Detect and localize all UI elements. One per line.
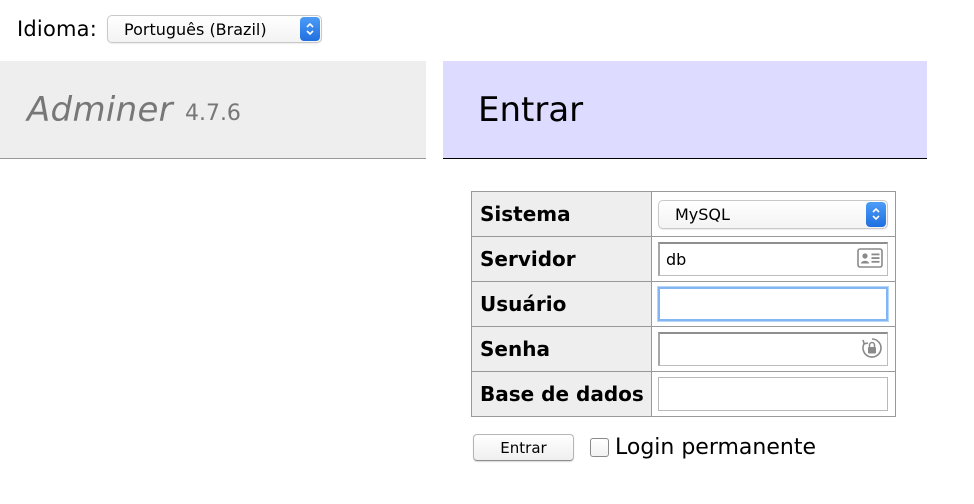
server-input[interactable]: db	[658, 242, 888, 276]
username-cell	[651, 281, 896, 327]
system-select[interactable]: MySQL	[658, 199, 888, 229]
system-select-value: MySQL	[675, 204, 730, 224]
brand-name[interactable]: Adminer	[27, 90, 173, 130]
page-title: Entrar	[478, 89, 584, 130]
system-cell: MySQL	[651, 191, 896, 237]
chevron-up-down-icon	[866, 201, 886, 227]
language-select-value: Português (Brazil)	[124, 19, 267, 39]
login-form-table: Sistema MySQL Servidor db Usuário Senha …	[471, 191, 896, 417]
password-label: Senha	[471, 326, 652, 372]
form-row-server: Servidor db	[471, 236, 896, 282]
form-row-password: Senha	[471, 326, 896, 372]
username-label: Usuário	[471, 281, 652, 327]
language-label: Idioma:	[17, 17, 98, 41]
language-select[interactable]: Português (Brazil)	[107, 15, 323, 43]
database-input[interactable]	[658, 377, 888, 411]
permanent-login-checkbox[interactable]	[590, 438, 609, 457]
server-cell: db	[651, 236, 896, 282]
language-bar: Idioma: Português (Brazil)	[17, 14, 323, 44]
brand-header: Adminer 4.7.6	[0, 61, 426, 159]
permanent-login-label[interactable]: Login permanente	[615, 435, 816, 460]
permanent-login-control[interactable]: Login permanente	[590, 435, 816, 460]
chevron-up-down-icon	[300, 17, 321, 41]
password-cell	[651, 326, 896, 372]
page-header: Entrar	[443, 61, 927, 159]
server-input-value: db	[666, 250, 687, 269]
form-row-username: Usuário	[471, 281, 896, 327]
system-label: Sistema	[471, 191, 652, 237]
username-input[interactable]	[658, 287, 888, 321]
brand-version: 4.7.6	[184, 101, 241, 126]
form-row-system: Sistema MySQL	[471, 191, 896, 237]
login-button[interactable]: Entrar	[473, 434, 574, 461]
password-input[interactable]	[658, 332, 888, 366]
keychain-lock-icon[interactable]	[861, 337, 883, 363]
contact-card-icon[interactable]	[857, 247, 883, 272]
database-cell	[651, 371, 896, 417]
database-label: Base de dados	[471, 371, 652, 417]
form-row-database: Base de dados	[471, 371, 896, 417]
server-label: Servidor	[471, 236, 652, 282]
submit-row: Entrar Login permanente	[473, 434, 816, 461]
